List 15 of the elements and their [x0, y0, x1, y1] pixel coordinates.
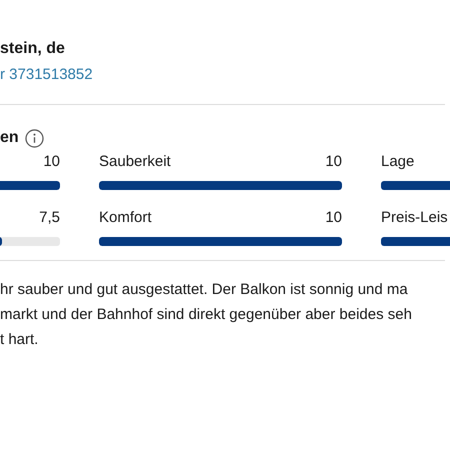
review-text-line: t hart. [0, 330, 38, 350]
rating-label: Komfort [99, 208, 152, 228]
rating-score: 10 [43, 152, 60, 172]
review-text-line: markt und der Bahnhof sind direkt gegenüber aber beides seh [0, 305, 412, 325]
rating-label: Preis-Leis [381, 208, 448, 228]
info-icon[interactable] [24, 128, 44, 148]
phone-link[interactable]: r 3731513852 [0, 64, 93, 86]
rating-label: Lage [381, 152, 414, 172]
property-title: stein, de [0, 39, 65, 59]
review-text-line: hr sauber und gut ausgestattet. Der Balkon ist sonnig und ma [0, 280, 408, 300]
ratings-heading: en [0, 128, 19, 148]
rating-score: 10 [325, 152, 342, 172]
rating-label: Sauberkeit [99, 152, 171, 172]
rating-score: 10 [325, 208, 342, 228]
rating-score: 7,5 [39, 208, 60, 228]
